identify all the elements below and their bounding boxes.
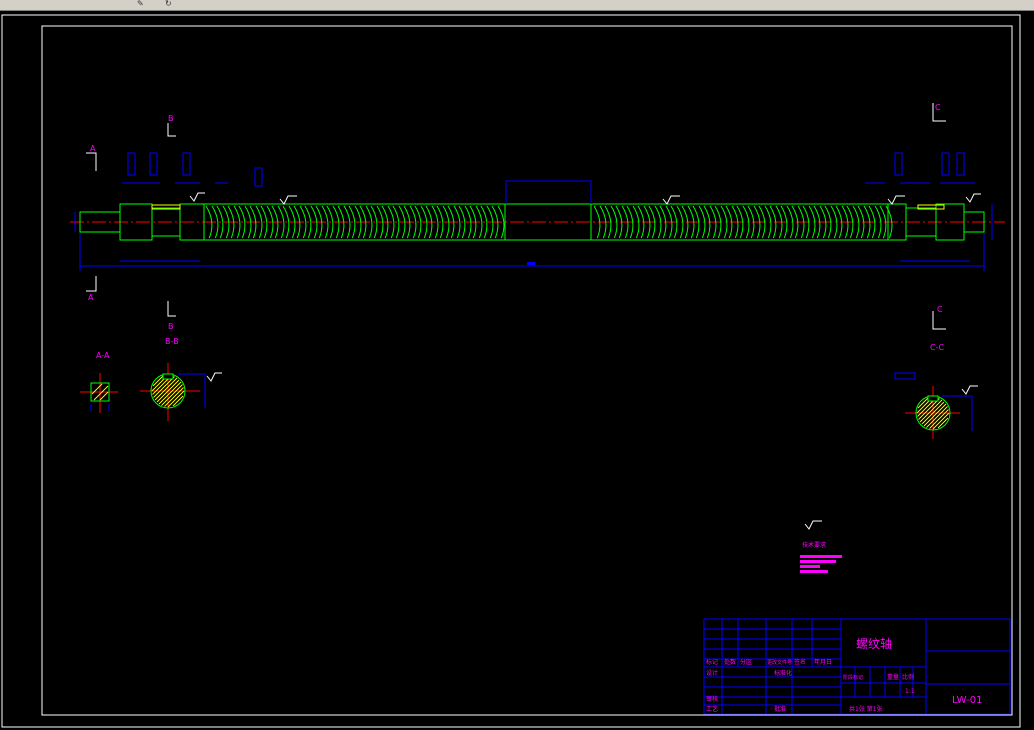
sheet-info: 共1张 第1张 [849, 705, 883, 713]
drawing-canvas[interactable]: A A B B C C A-A B-B C-C 技术要求 螺纹轴 LW-01 1… [0, 11, 1034, 730]
tech-requirements: 技术要求 [800, 541, 842, 573]
tech-req-title: 技术要求 [802, 541, 826, 549]
title-block-text: 螺纹轴 LW-01 1:1 共1张 第1张 标记 处数 分区 更改文件号 签名 … [706, 636, 982, 713]
hatch-line [932, 412, 950, 430]
tb-scale-label: 比例 [902, 673, 914, 681]
section-aa [80, 373, 118, 413]
toolbar: ✎ ↻ [0, 0, 1034, 11]
view-label-bb: B-B [165, 337, 179, 346]
tb-row-label-2: 分区 [740, 658, 752, 666]
section-label-b-top: B [168, 114, 174, 123]
tb-row-label-5: 年月日 [814, 658, 832, 666]
tb-approve: 批准 [774, 705, 786, 713]
refresh-icon[interactable]: ↻ [165, 0, 175, 8]
section-label-b-bottom: B [168, 322, 174, 331]
section-label-a-bottom: A [88, 293, 94, 302]
tb-row-label-3: 更改文件号 [767, 659, 792, 666]
section-cut-marks [86, 103, 946, 330]
section-label-c-bottom: C [937, 305, 943, 314]
tb-row-label-4: 签名 [794, 658, 806, 666]
tb-process: 工艺 [706, 705, 718, 713]
cad-drawing: A A B B C C A-A B-B C-C 技术要求 螺纹轴 LW-01 1… [1, 14, 1021, 728]
overall-dimension [74, 180, 993, 271]
outer-frame [1, 14, 1021, 728]
hatch-line [164, 387, 184, 407]
pencil-icon[interactable]: ✎ [137, 0, 147, 8]
hatch-line [929, 409, 949, 429]
view-label-cc: C-C [930, 343, 944, 352]
section-label-a-top: A [90, 144, 96, 153]
drawing-number: LW-01 [952, 695, 982, 706]
tb-stage-label: 阶段标记 [843, 674, 863, 681]
section-label-c-top: C [935, 103, 941, 112]
tb-row-label-0: 标记 [706, 658, 718, 666]
view-label-aa: A-A [96, 351, 110, 360]
roughness-marks [189, 192, 981, 530]
overall-dimension-text [527, 262, 535, 265]
section-labels: A A B B C C A-A B-B C-C [88, 103, 944, 360]
inner-frame [41, 25, 1013, 716]
part-title: 螺纹轴 [856, 636, 892, 651]
thread-left [205, 205, 505, 239]
hatch-line [167, 390, 185, 408]
tb-design: 设计 [706, 669, 718, 677]
tb-review: 审核 [706, 695, 718, 703]
tb-row-label-1: 处数 [724, 658, 736, 666]
section-bb [140, 363, 206, 421]
section-cc [894, 372, 973, 439]
scale-value: 1:1 [905, 688, 915, 695]
tb-standard: 标准化 [774, 669, 792, 677]
tb-weight-label: 重量 [887, 673, 899, 681]
